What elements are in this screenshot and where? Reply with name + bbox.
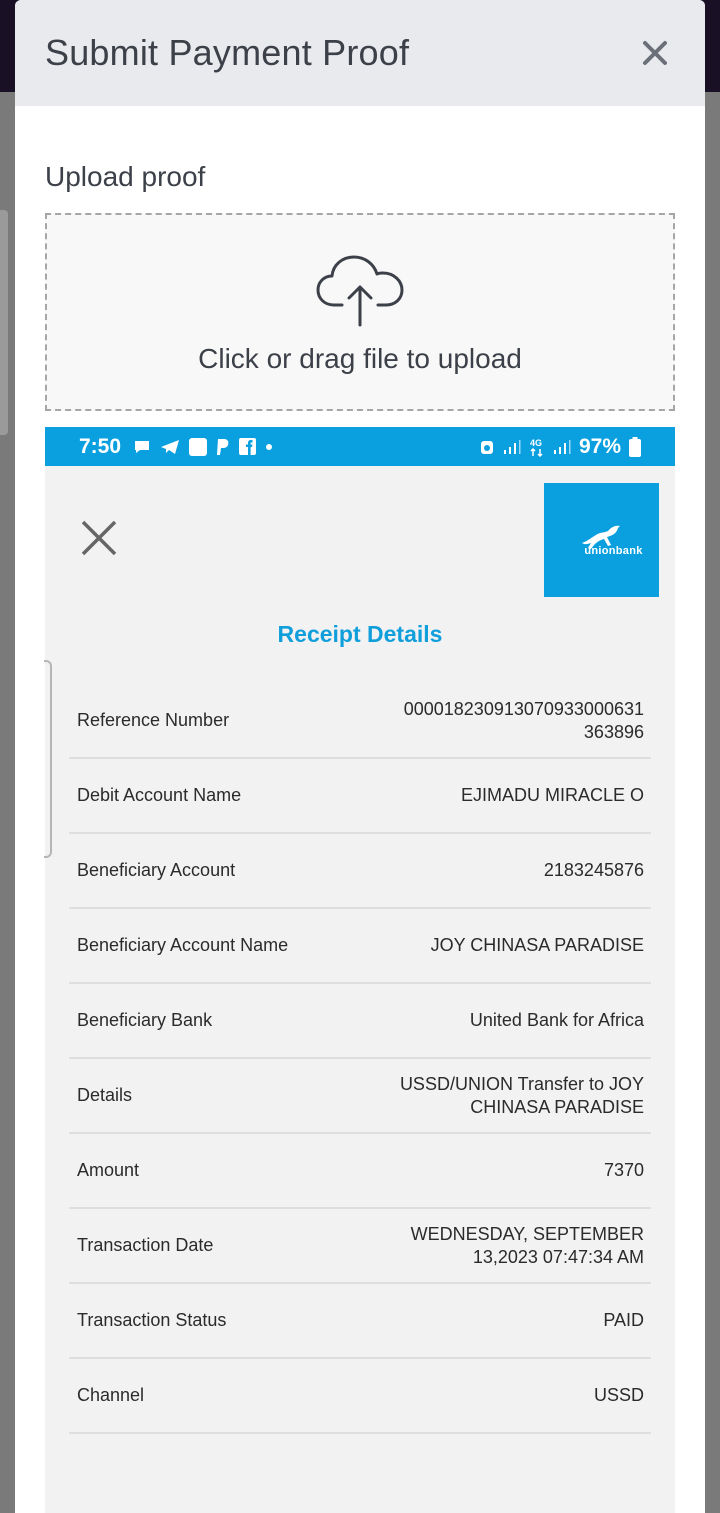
message-icon xyxy=(135,440,150,453)
uploaded-proof-preview: 7:50 4G 97% unionbank Receipt Details Re… xyxy=(45,427,675,1513)
upload-label: Upload proof xyxy=(45,161,206,192)
receipt-table: Reference Number 00001823091307093300063… xyxy=(69,684,651,1434)
receipt-header: unionbank xyxy=(45,466,675,616)
receipt-title: Receipt Details xyxy=(277,621,443,647)
row-label: Amount xyxy=(77,1160,140,1180)
paypal-icon xyxy=(217,438,229,455)
receipt-row: Beneficiary Bank United Bank for Africa xyxy=(69,984,651,1059)
receipt-close-icon xyxy=(81,520,117,556)
receipt-row: Beneficiary Account 2183245876 xyxy=(69,834,651,909)
payment-proof-modal: Submit Payment Proof Upload proof Click … xyxy=(15,0,705,1513)
dropzone-text: Click or drag file to upload xyxy=(198,343,522,374)
bank-logo-text: unionbank xyxy=(584,545,643,557)
app-icon xyxy=(189,437,208,456)
receipt-row: Debit Account Name EJIMADU MIRACLE O xyxy=(69,759,651,834)
row-label: Details xyxy=(77,1085,133,1105)
row-value: WEDNESDAY, SEPTEMBER 13,2023 07:47:34 AM xyxy=(410,1223,644,1267)
network-4g-icon: 4G xyxy=(530,438,543,457)
close-icon xyxy=(643,41,667,65)
notification-icons xyxy=(133,437,273,456)
row-value: USSD xyxy=(593,1385,644,1405)
modal-body: Upload proof Click or drag file to uploa… xyxy=(15,158,705,1513)
cloud-upload-icon xyxy=(316,255,404,327)
row-value: United Bank for Africa xyxy=(469,1010,644,1030)
receipt-row: Reference Number 00001823091307093300063… xyxy=(69,684,651,759)
row-label: Beneficiary Account Name xyxy=(77,935,289,955)
row-label: Debit Account Name xyxy=(77,785,242,805)
signal-icon-2 xyxy=(553,439,571,454)
dot-icon xyxy=(266,443,273,450)
row-value: PAID xyxy=(603,1310,644,1330)
receipt-row: Details USSD/UNION Transfer to JOY CHINA… xyxy=(69,1059,651,1134)
row-label: Beneficiary Bank xyxy=(77,1010,213,1030)
upload-dropzone[interactable]: Click or drag file to upload xyxy=(45,213,675,411)
row-label: Reference Number xyxy=(77,710,230,730)
telegram-icon xyxy=(161,439,180,454)
modal-header: Submit Payment Proof xyxy=(15,0,705,106)
battery-percent: 97% xyxy=(578,434,621,458)
phone-status-bar: 7:50 4G 97% xyxy=(45,427,675,466)
receipt-row: Transaction Status PAID xyxy=(69,1284,651,1359)
receipt-row: Channel USSD xyxy=(69,1359,651,1434)
row-label: Beneficiary Account xyxy=(77,860,236,880)
receipt-row: Transaction Date WEDNESDAY, SEPTEMBER 13… xyxy=(69,1209,651,1284)
unionbank-logo: unionbank xyxy=(544,483,659,597)
receipt-row: Amount 7370 xyxy=(69,1134,651,1209)
modal-title: Submit Payment Proof xyxy=(45,32,410,73)
row-value: USSD/UNION Transfer to JOY CHINASA PARAD… xyxy=(399,1073,644,1117)
receipt-row: Beneficiary Account Name JOY CHINASA PAR… xyxy=(69,909,651,984)
system-status-icons: 4G 97% xyxy=(479,435,641,459)
row-value: 2183245876 xyxy=(543,860,644,880)
row-value: JOY CHINASA PARADISE xyxy=(430,935,644,955)
image-crop-handle[interactable] xyxy=(44,660,52,858)
row-value: 7370 xyxy=(603,1160,644,1180)
row-label: Transaction Date xyxy=(77,1235,214,1255)
signal-icon xyxy=(503,439,521,454)
battery-icon xyxy=(629,436,641,457)
row-value: EJIMADU MIRACLE O xyxy=(460,785,644,805)
svg-text:4G: 4G xyxy=(530,438,542,448)
status-time: 7:50 xyxy=(79,434,122,458)
row-label: Transaction Status xyxy=(77,1310,227,1330)
alarm-icon xyxy=(480,440,493,454)
row-value: 000018230913070933000631 363896 xyxy=(403,698,644,742)
row-label: Channel xyxy=(77,1385,145,1405)
close-button[interactable] xyxy=(635,33,675,73)
backdrop-panel-edge xyxy=(0,210,8,435)
facebook-icon xyxy=(239,438,257,455)
